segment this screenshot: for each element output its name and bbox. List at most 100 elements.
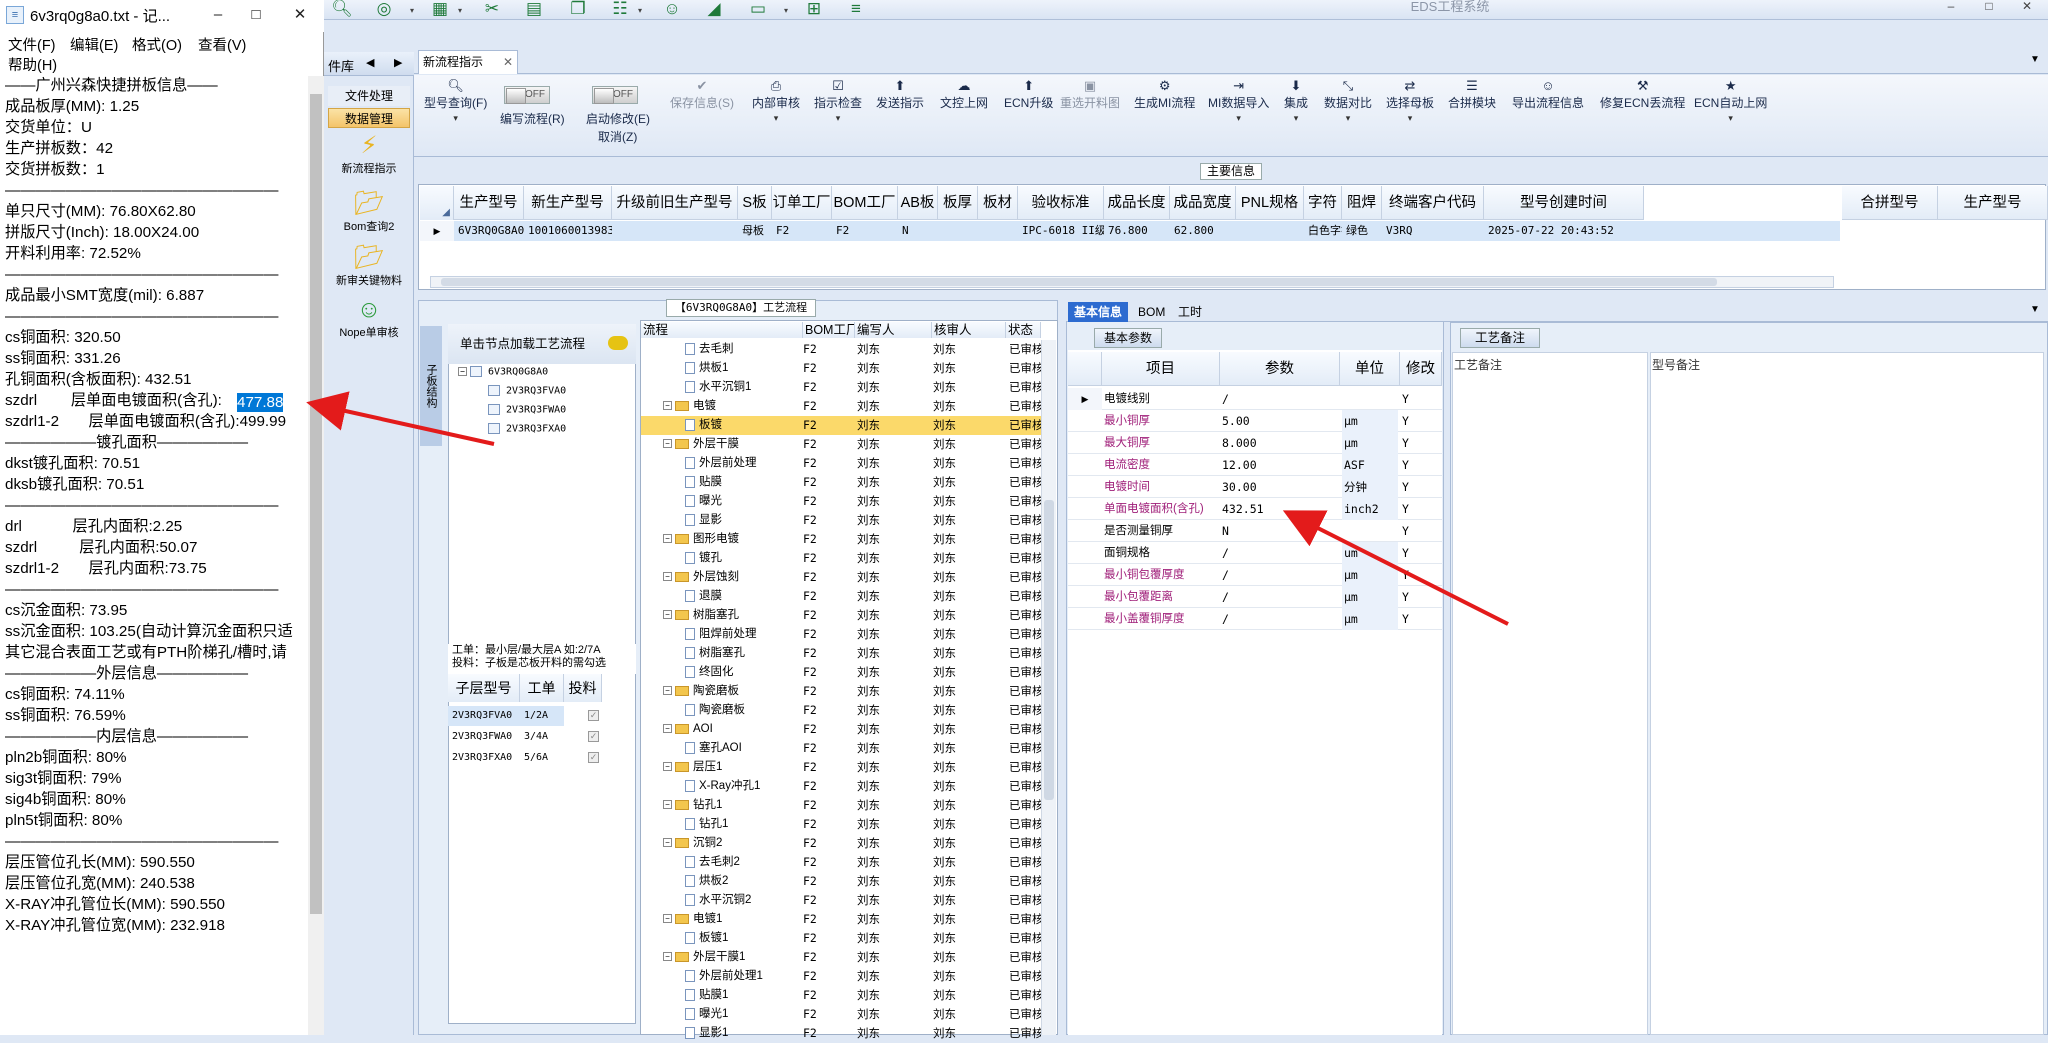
param-value[interactable]: 5.00 — [1222, 410, 1338, 432]
maximize-icon[interactable]: □ — [1980, 0, 1998, 14]
process-row[interactable]: 水平沉铜2 F2 刘东 刘东 已审核 — [641, 891, 1041, 910]
param-value[interactable]: 8.000 — [1222, 432, 1338, 454]
menu-edit[interactable]: 编辑(E) — [70, 34, 118, 55]
collapse-icon[interactable]: − — [663, 686, 672, 696]
save-info-button[interactable]: ✔ 保存信息(S) — [670, 78, 734, 111]
process-row[interactable]: 终固化 F2 刘东 刘东 已审核 — [641, 663, 1041, 682]
process-row[interactable]: 显影 F2 刘东 刘东 已审核 — [641, 511, 1041, 530]
param-row[interactable]: 电流密度 12.00 ASF Y — [1068, 454, 1442, 476]
basic-col-header[interactable]: 修改 — [1400, 352, 1442, 386]
process-row[interactable]: 烘板2 F2 刘东 刘东 已审核 — [641, 872, 1041, 891]
maximize-icon[interactable]: □ — [244, 4, 268, 26]
export-flow-button[interactable]: ☺ 导出流程信息 — [1512, 78, 1584, 111]
feed-checkbox[interactable]: ✓ — [584, 727, 599, 747]
minimize-icon[interactable]: – — [1942, 0, 1960, 14]
param-value[interactable]: 12.00 — [1222, 454, 1338, 476]
grid-cell[interactable]: IPC-6018 II级 — [1018, 221, 1104, 241]
film-icon[interactable]: ▤ — [522, 0, 546, 20]
process-row[interactable]: − 钻孔1 F2 刘东 刘东 已审核 — [641, 796, 1041, 815]
chevron-down-icon[interactable]: ▼ — [2030, 304, 2040, 315]
collapse-icon[interactable]: − — [663, 914, 672, 924]
chevron-down-icon[interactable]: ▾ — [784, 6, 792, 15]
param-row[interactable]: ▶ 电镀线别 / Y — [1068, 388, 1442, 410]
param-row[interactable]: 最小盖覆铜厚度 / μm Y — [1068, 608, 1442, 630]
nav-tab-file[interactable]: 文件处理 — [328, 86, 410, 106]
copy-icon[interactable]: ❐ — [566, 0, 590, 20]
grid-col-header[interactable]: 阻焊 — [1342, 186, 1382, 220]
process-row[interactable]: 去毛刺2 F2 刘东 刘东 已审核 — [641, 853, 1041, 872]
param-row[interactable]: 电镀时间 30.00 分钟 Y — [1068, 476, 1442, 498]
next-icon[interactable]: ▶ — [394, 56, 402, 69]
grid-cell[interactable] — [612, 221, 738, 241]
sub-cell[interactable]: 3/4A — [520, 727, 564, 747]
tab-work-hours[interactable]: 工时 — [1172, 302, 1208, 322]
merge-module-button[interactable]: ☰ 合拼模块 — [1448, 78, 1496, 111]
process-row[interactable]: 烘板1 F2 刘东 刘东 已审核 — [641, 359, 1041, 378]
param-value[interactable]: N — [1222, 520, 1338, 542]
tree-node-root[interactable]: − 6V3RQ0G8A0 — [458, 366, 548, 378]
proc-col-header[interactable]: 流程 — [641, 322, 803, 338]
process-row[interactable]: 板镀1 F2 刘东 刘东 已审核 — [641, 929, 1041, 948]
param-value[interactable]: / — [1222, 388, 1338, 410]
sub-cell[interactable]: 2V3RQ3FWA0 — [448, 727, 520, 747]
nav-item-key-material[interactable]: 📂︎ 新审关键物料 — [326, 244, 412, 288]
grid-col-header[interactable]: 验收标准 — [1018, 186, 1104, 220]
collapse-icon[interactable]: − — [663, 572, 672, 582]
grid-icon[interactable]: ☷ — [608, 0, 632, 20]
sub-cell[interactable]: 1/2A — [520, 706, 564, 726]
grid-col-header[interactable]: 字符 — [1304, 186, 1342, 220]
nav-tab-data[interactable]: 数据管理 — [328, 108, 410, 128]
area-chart-icon[interactable]: ◢ — [702, 0, 726, 20]
process-row[interactable]: − AOI F2 刘东 刘东 已审核 — [641, 720, 1041, 739]
grid-col-header[interactable]: 生产型号 — [1938, 186, 2048, 220]
proc-col-header[interactable]: 编写人 — [855, 322, 932, 338]
grid-col-header[interactable]: 型号创建时间 — [1484, 186, 1644, 220]
start-edit-toggle[interactable]: OFF — [592, 86, 638, 104]
process-row[interactable]: − 电镀 F2 刘东 刘东 已审核 — [641, 397, 1041, 416]
grid-cell[interactable]: 绿色 — [1342, 221, 1382, 241]
process-row[interactable]: 曝光1 F2 刘东 刘东 已审核 — [641, 1005, 1041, 1024]
tree-node[interactable]: 2V3RQ3FXA0 — [488, 423, 566, 435]
data-compare-button[interactable]: ⤡ 数据对比 ▾ — [1324, 78, 1372, 124]
process-row[interactable]: − 图形电镀 F2 刘东 刘东 已审核 — [641, 530, 1041, 549]
basic-col-header[interactable]: 项目 — [1102, 352, 1220, 386]
chevron-down-icon[interactable]: ▾ — [458, 6, 466, 15]
collapse-icon[interactable]: − — [663, 439, 672, 449]
grid-cell[interactable]: 6V3RQ0G8A0 — [454, 221, 524, 241]
process-row[interactable]: 塞孔AOI F2 刘东 刘东 已审核 — [641, 739, 1041, 758]
prev-icon[interactable]: ◀ — [366, 56, 374, 69]
grid-cell[interactable]: 白色字符 — [1304, 221, 1342, 241]
basic-col-header[interactable]: 参数 — [1220, 352, 1340, 386]
scissors-icon[interactable]: ✂ — [480, 0, 504, 20]
notepad-text-area[interactable]: ——广州兴森快捷拼板信息—— 成品板厚(MM): 1.25 交货单位：U 生产拼板数：… — [0, 76, 308, 1035]
process-row[interactable]: X-Ray冲孔1 F2 刘东 刘东 已审核 — [641, 777, 1041, 796]
user-icon[interactable]: ☺ — [660, 0, 684, 20]
sub-col-header[interactable]: 子层型号 — [448, 674, 520, 702]
grid-cell[interactable]: 母板 — [738, 221, 772, 241]
process-row[interactable]: − 陶瓷磨板 F2 刘东 刘东 已审核 — [641, 682, 1041, 701]
process-row[interactable]: − 沉铜2 F2 刘东 刘东 已审核 — [641, 834, 1041, 853]
proc-col-header[interactable]: 核审人 — [932, 322, 1006, 338]
grid-col-header[interactable]: 终端客户代码 — [1382, 186, 1484, 220]
proc-col-header[interactable]: BOM工厂 — [803, 322, 855, 338]
grid-cell[interactable] — [1236, 221, 1304, 241]
chevron-down-icon[interactable]: ▼ — [2030, 54, 2040, 65]
menu-format[interactable]: 格式(O) — [132, 34, 182, 55]
integrate-button[interactable]: ⬇ 集成 ▾ — [1284, 78, 1308, 124]
collapse-icon[interactable]: − — [663, 838, 672, 848]
horizontal-scrollbar[interactable] — [430, 276, 1834, 288]
grid-col-header[interactable]: 生产型号 — [454, 186, 524, 220]
search-icon[interactable]: 🔍︎ — [330, 0, 354, 20]
doc-control-online-button[interactable]: ☁ 文控上网 — [940, 78, 988, 111]
process-row[interactable]: − 电镀1 F2 刘东 刘东 已审核 — [641, 910, 1041, 929]
collapse-icon[interactable]: − — [663, 401, 672, 411]
collapse-icon[interactable]: − — [663, 610, 672, 620]
param-value[interactable]: / — [1222, 586, 1338, 608]
grid-cell[interactable]: 76.800 — [1104, 221, 1170, 241]
process-scrollbar[interactable] — [1041, 340, 1056, 1035]
model-query-button[interactable]: 🔍︎ 型号查询(F) ▾ — [424, 78, 487, 124]
grid-col-header[interactable]: S板 — [738, 186, 772, 220]
chevron-down-icon[interactable]: ▾ — [410, 6, 418, 15]
process-row[interactable]: − 外层干膜1 F2 刘东 刘东 已审核 — [641, 948, 1041, 967]
windows-icon[interactable]: ⊞ — [802, 0, 826, 20]
